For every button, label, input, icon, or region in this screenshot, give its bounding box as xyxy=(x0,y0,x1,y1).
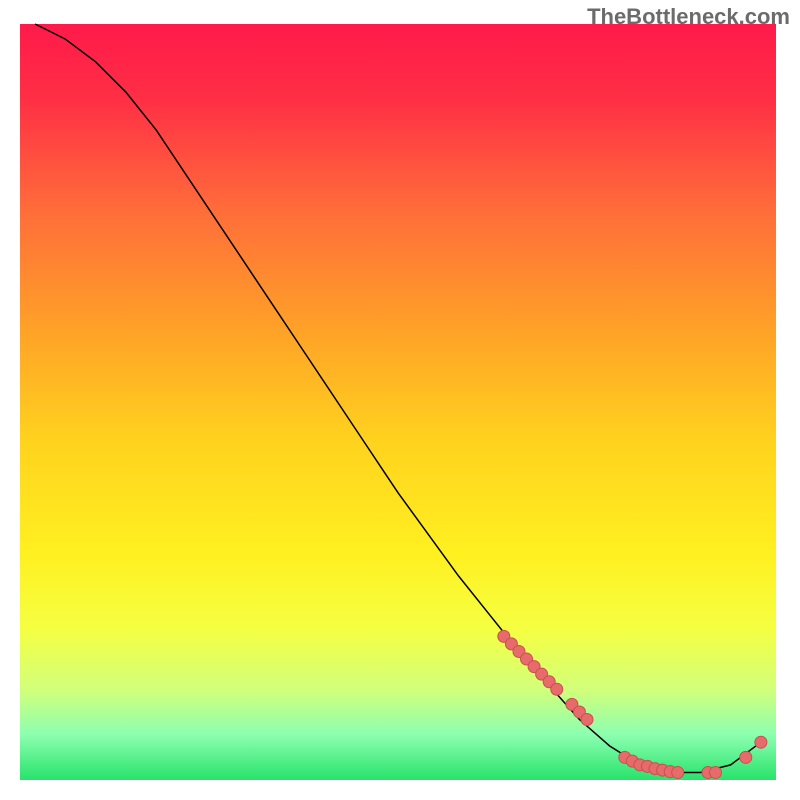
marker-point xyxy=(710,766,722,778)
marker-point xyxy=(581,714,593,726)
chart-container: TheBottleneck.com xyxy=(0,0,800,800)
marker-point xyxy=(740,751,752,763)
chart-svg xyxy=(0,0,800,800)
marker-point xyxy=(755,736,767,748)
plot-background xyxy=(20,24,776,780)
watermark-text: TheBottleneck.com xyxy=(587,4,790,30)
marker-point xyxy=(672,766,684,778)
marker-point xyxy=(551,683,563,695)
